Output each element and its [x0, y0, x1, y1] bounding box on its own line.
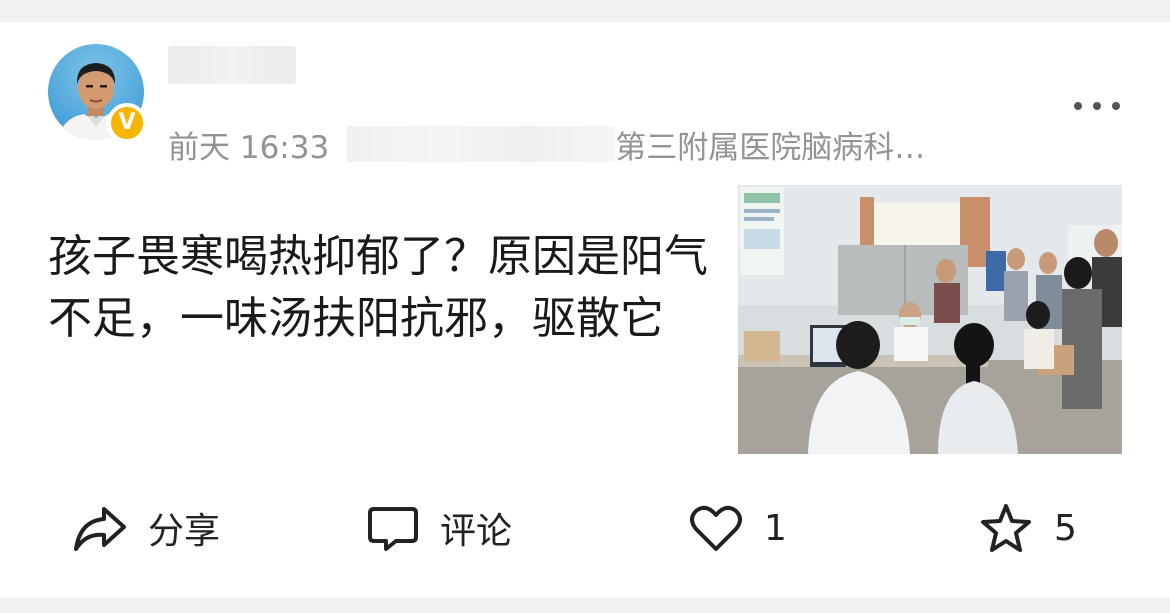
more-dot: [1074, 102, 1082, 110]
post-source[interactable]: 第三附属医院脑病科…: [615, 122, 925, 167]
more-dot: [1112, 102, 1120, 110]
like-button[interactable]: 1: [688, 500, 787, 556]
more-dots-icon[interactable]: [1074, 96, 1120, 116]
like-count: 1: [764, 507, 787, 549]
more-dot: [1093, 102, 1101, 110]
post-text[interactable]: 孩子畏寒喝热抑郁了？原因是阳气不足，一味汤扶阳抗邪，驱散它: [48, 226, 728, 350]
share-label: 分享: [148, 511, 221, 552]
star-icon: [978, 502, 1034, 554]
share-button[interactable]: 分享: [72, 500, 220, 556]
post-meta: 前天 16:33 第三附属医院脑病科…: [168, 122, 925, 166]
meta-redacted: [347, 126, 616, 162]
post-time: 前天 16:33: [168, 129, 330, 166]
post-image[interactable]: [738, 185, 1122, 454]
clinic-photo: [738, 185, 1122, 454]
author-name-redacted[interactable]: [168, 46, 296, 84]
heart-icon: [688, 503, 744, 553]
share-arrow-icon: [72, 503, 128, 553]
favorite-count: 5: [1054, 507, 1077, 549]
top-divider: [0, 0, 1170, 22]
favorite-button[interactable]: 5: [978, 500, 1077, 556]
comment-bubble-icon: [366, 503, 420, 553]
comment-label: 评论: [440, 511, 513, 552]
verified-badge: V: [107, 103, 147, 143]
comment-button[interactable]: 评论: [366, 500, 512, 556]
bottom-divider: [0, 597, 1170, 613]
